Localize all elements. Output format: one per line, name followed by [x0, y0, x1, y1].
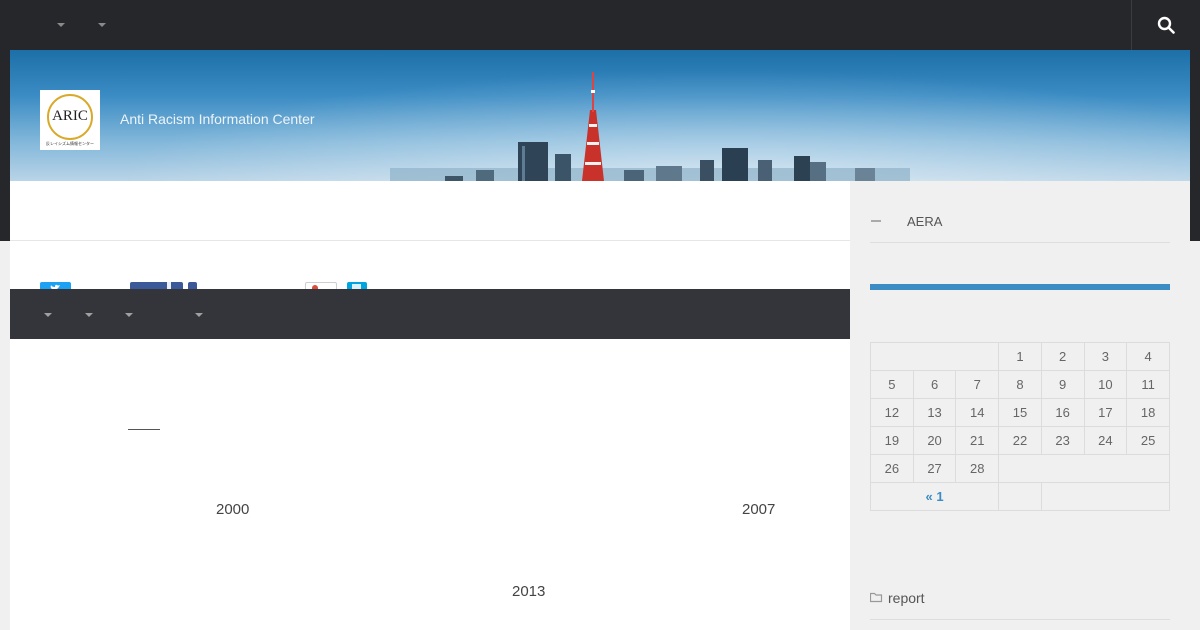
header-banner: ARIC 反レイシズム情報センター Anti Racism Informatio… — [10, 50, 1190, 181]
calendar-day: 23 — [1040, 426, 1085, 455]
year-label: 2013 — [512, 583, 546, 600]
search-button[interactable] — [1131, 0, 1200, 50]
calendar-day: 12 — [870, 398, 914, 427]
calendar-day: 11 — [1126, 370, 1170, 399]
calendar-day: 26 — [870, 454, 914, 483]
calendar-day: 2 — [1040, 342, 1085, 371]
calendar-day: 15 — [998, 398, 1042, 427]
calendar-week: 12 13 14 15 16 17 18 — [870, 398, 1170, 427]
post-header-band — [10, 181, 850, 241]
year-label: 2000 — [216, 501, 250, 518]
sidebar-report-link[interactable]: report — [870, 589, 1170, 620]
top-navbar — [0, 0, 1200, 50]
calendar-week: 26 27 28 — [870, 454, 1170, 483]
calendar-day: 25 — [1126, 426, 1170, 455]
calendar-day: 28 — [955, 454, 1000, 483]
year-label: 2007 — [742, 501, 776, 518]
calendar-day: 7 — [955, 370, 1000, 399]
logo-ring: ARIC — [47, 93, 93, 140]
calendar-day: 6 — [912, 370, 957, 399]
calendar-day: 17 — [1083, 398, 1128, 427]
calendar-empty-cell — [869, 342, 1000, 371]
calendar-day: 3 — [1083, 342, 1128, 371]
calendar-table: 1 2 3 4 5 6 7 8 9 10 11 12 13 14 15 16 1… — [869, 342, 1171, 511]
calendar-day: 22 — [998, 426, 1042, 455]
calendar-day: 1 — [998, 342, 1042, 371]
calendar-header-band — [870, 284, 1170, 290]
main-content — [10, 181, 850, 630]
site-title[interactable]: Anti Racism Information Center — [120, 111, 315, 127]
calendar-day: 4 — [1126, 342, 1170, 371]
calendar-day: 19 — [870, 426, 914, 455]
nav-dropdown-arrow[interactable] — [98, 23, 106, 27]
nav-dropdown-arrow[interactable] — [57, 23, 65, 27]
subnav-dropdown-arrow[interactable] — [44, 313, 52, 317]
logo-text: ARIC — [52, 108, 88, 124]
report-label: report — [888, 590, 925, 606]
sidebar-category-label: AERA — [907, 214, 943, 229]
calendar-day: 27 — [912, 454, 957, 483]
calendar-week: 1 2 3 4 — [869, 342, 1170, 371]
subnav-dropdown-arrow[interactable] — [85, 313, 93, 317]
site-logo[interactable]: ARIC 反レイシズム情報センター — [40, 90, 100, 150]
subnav-dropdown-arrow[interactable] — [125, 313, 133, 317]
calendar-week: 5 6 7 8 9 10 11 — [870, 370, 1170, 399]
calendar-prev-link[interactable]: « 1 — [869, 482, 1000, 511]
subnav-dropdown-arrow[interactable] — [195, 313, 203, 317]
calendar-day: 5 — [870, 370, 914, 399]
calendar-day: 24 — [1083, 426, 1128, 455]
content-divider — [128, 429, 160, 430]
calendar-empty-cell — [998, 454, 1170, 483]
calendar-week: 19 20 21 22 23 24 25 — [870, 426, 1170, 455]
sidebar-category-aera[interactable]: AERA — [870, 201, 1170, 243]
logo-subtitle: 反レイシズム情報センター — [46, 140, 94, 146]
calendar-nav-spacer — [998, 482, 1042, 511]
calendar-day: 16 — [1040, 398, 1085, 427]
calendar-day: 10 — [1083, 370, 1128, 399]
folder-icon — [870, 592, 883, 603]
calendar-day: 20 — [912, 426, 957, 455]
calendar-day: 13 — [912, 398, 957, 427]
search-icon — [1157, 16, 1175, 34]
dash-icon — [871, 220, 881, 222]
calendar-day: 8 — [998, 370, 1042, 399]
calendar-day: 21 — [955, 426, 1000, 455]
calendar-nav-row: « 1 — [869, 482, 1171, 511]
calendar-day: 18 — [1126, 398, 1170, 427]
calendar-next-link — [1040, 482, 1171, 511]
calendar-day: 14 — [955, 398, 1000, 427]
calendar-day: 9 — [1040, 370, 1085, 399]
